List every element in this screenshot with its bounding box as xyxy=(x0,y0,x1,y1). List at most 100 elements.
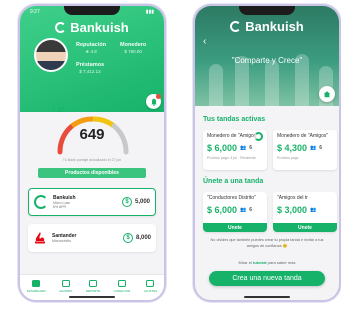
notifications-button[interactable] xyxy=(146,94,161,109)
stat-label: Reputación xyxy=(76,42,106,48)
tab-settings[interactable]: AJUSTES xyxy=(143,279,158,293)
product-sub: Microcrédito xyxy=(52,238,72,243)
hero-person-silhouette xyxy=(209,64,223,106)
report-icon xyxy=(89,279,97,287)
tutorial-suffix: para saber más xyxy=(267,260,296,265)
connect-icon xyxy=(117,279,126,287)
dollar-icon: $ xyxy=(121,197,132,207)
credit-score: 649 xyxy=(79,126,105,143)
notification-badge xyxy=(156,94,161,99)
join-button[interactable]: Unete xyxy=(273,223,337,232)
stat-reputation: Reputación ★ 4.8 xyxy=(76,42,106,55)
product-amount-value: 8,000 xyxy=(135,235,151,241)
tab-report[interactable]: REPORTE xyxy=(85,279,101,293)
hero-tagline: "Comparte y Crece" xyxy=(231,56,303,65)
tanda-amount: $ 3,000 xyxy=(277,205,308,215)
join-tanda-card[interactable]: "Conductores Distrito" $ 6,000 👥 6 Unete xyxy=(203,192,267,232)
tutorial-line: Mirar el tutorial para saber más xyxy=(195,260,339,265)
stat-value: ★ 4.8 xyxy=(85,49,97,54)
tutorial-link[interactable]: tutorial xyxy=(253,260,267,265)
tanda-sub: Próximo pago xyxy=(277,156,299,160)
stat-label: Préstamos xyxy=(76,62,105,68)
settings-icon xyxy=(146,279,155,287)
tab-connect[interactable]: CONECTAR xyxy=(113,279,131,293)
home-button[interactable] xyxy=(319,86,335,102)
dashboard-icon xyxy=(32,279,41,287)
join-button[interactable]: Unete xyxy=(203,223,267,232)
active-tandas-title: Tus tandas activas xyxy=(203,116,266,123)
product-card-santander[interactable]: Santander Microcrédito $ 8,000 xyxy=(28,224,156,252)
join-tandas-title: Únete a una tanda xyxy=(203,178,264,185)
phone-notch xyxy=(239,6,295,15)
tanda-amount: $ 4,300 xyxy=(277,143,308,153)
tanda-sub: Próximo pago: 4 jul · Pendiente xyxy=(207,156,256,160)
tanda-members-count: 6 xyxy=(249,207,253,213)
product-amount: $ 5,000 xyxy=(121,197,150,207)
tab-label: AHORRO xyxy=(59,288,73,293)
tab-label: REPORTE xyxy=(85,288,101,293)
home-indicator xyxy=(244,296,290,298)
santander-logo-icon xyxy=(35,232,45,244)
brand-name: Bankuish xyxy=(70,20,129,35)
active-tanda-card[interactable]: Monedero de "Amigos" $ 6,000 👥 6 Próximo… xyxy=(203,130,267,170)
tandas-hero: Bankuish ‹ "Comparte y Crece" xyxy=(195,6,339,106)
members-icon: 👥 xyxy=(240,145,247,151)
tanda-amount-row: $ 6,000 👥 6 xyxy=(207,143,263,153)
brand-name: Bankuish xyxy=(245,19,304,34)
dashboard-header: 9:27 ▮▮▮ Bankuish Reputación ★ 4.8 Moned… xyxy=(20,6,164,112)
members-icon: 👥 xyxy=(310,145,317,151)
bankuish-logo-icon xyxy=(230,21,242,32)
savings-icon xyxy=(61,279,70,287)
tanda-name: Monedero de "Amigos" xyxy=(277,133,329,139)
products-title: Productos disponibles xyxy=(38,168,146,178)
stat-loans: Préstamos $ 7,412.12 xyxy=(76,62,104,74)
tanda-members-count: 6 xyxy=(319,145,323,151)
create-tanda-note: No olvides que también puedes crear tu p… xyxy=(210,238,324,248)
tab-label: DASHBOARD xyxy=(26,288,46,293)
home-indicator xyxy=(69,296,115,298)
hero-person-silhouette xyxy=(265,60,279,106)
product-card-bankuish[interactable]: Bankuish Micro Loan 6% APR $ 5,000 xyxy=(28,188,156,216)
tanda-name: "Conductores Distrito" xyxy=(207,195,256,201)
stat-wallet: Monedero $ 750.00 xyxy=(120,42,146,54)
tab-label: AJUSTES xyxy=(143,288,158,293)
stat-value: $ 7,412.12 xyxy=(79,69,101,74)
phone-notch xyxy=(64,6,120,15)
tab-savings[interactable]: AHORRO xyxy=(59,279,73,293)
brand-logo-bankuish: Bankuish xyxy=(20,20,164,35)
join-tanda-card[interactable]: "Amigos del tr $ 3,000 👥 Unete xyxy=(273,192,337,232)
product-amount: $ 8,000 xyxy=(122,233,151,243)
tanda-name: "Amigos del tr xyxy=(277,195,308,201)
product-amount-value: 5,000 xyxy=(134,199,150,205)
dollar-icon: $ xyxy=(122,233,133,243)
tab-dashboard[interactable]: DASHBOARD xyxy=(26,279,46,293)
tutorial-prefix: Mirar el xyxy=(238,260,252,265)
product-info: Bankuish Micro Loan 6% APR xyxy=(53,195,117,209)
tab-label: CONECTAR xyxy=(113,288,131,293)
home-icon xyxy=(323,91,331,98)
score-updated-note: Tu Bank puntaje actualizado el 27 jun xyxy=(62,158,122,162)
active-tanda-card[interactable]: Monedero de "Amigos" $ 4,300 👥 6 Próximo… xyxy=(273,130,337,170)
phone-tandas: Bankuish ‹ "Comparte y Crece" Tus tandas… xyxy=(193,4,341,302)
members-icon: 👥 xyxy=(240,207,247,213)
progress-ring-icon xyxy=(254,132,263,141)
bankuish-logo-icon xyxy=(34,195,48,209)
back-arrow-icon[interactable]: ‹ xyxy=(203,36,206,47)
product-info: Santander Microcrédito xyxy=(52,233,118,243)
stat-value: $ 750.00 xyxy=(124,49,142,54)
battery-icon: ▮▮▮ xyxy=(145,9,154,15)
user-avatar[interactable] xyxy=(34,38,68,72)
tanda-amount: $ 6,000 xyxy=(207,205,238,215)
tanda-members-count: 6 xyxy=(249,145,253,151)
bankuish-logo-icon xyxy=(55,22,67,33)
product-sub: 6% APR xyxy=(53,205,67,209)
tanda-amount-row: $ 4,300 👥 6 xyxy=(277,143,333,153)
tanda-amount-row: $ 6,000 👥 6 xyxy=(207,205,263,215)
status-time: 9:27 xyxy=(30,9,40,15)
brand-logo-bankuish: Bankuish xyxy=(195,19,339,34)
phone-dashboard: 9:27 ▮▮▮ Bankuish Reputación ★ 4.8 Moned… xyxy=(18,4,166,302)
tanda-amount-row: $ 3,000 👥 xyxy=(277,205,333,215)
mockup-canvas: 9:27 ▮▮▮ Bankuish Reputación ★ 4.8 Moned… xyxy=(0,0,341,309)
create-tanda-button[interactable]: Crea una nueva tanda xyxy=(209,271,325,286)
tanda-amount: $ 6,000 xyxy=(207,143,238,153)
